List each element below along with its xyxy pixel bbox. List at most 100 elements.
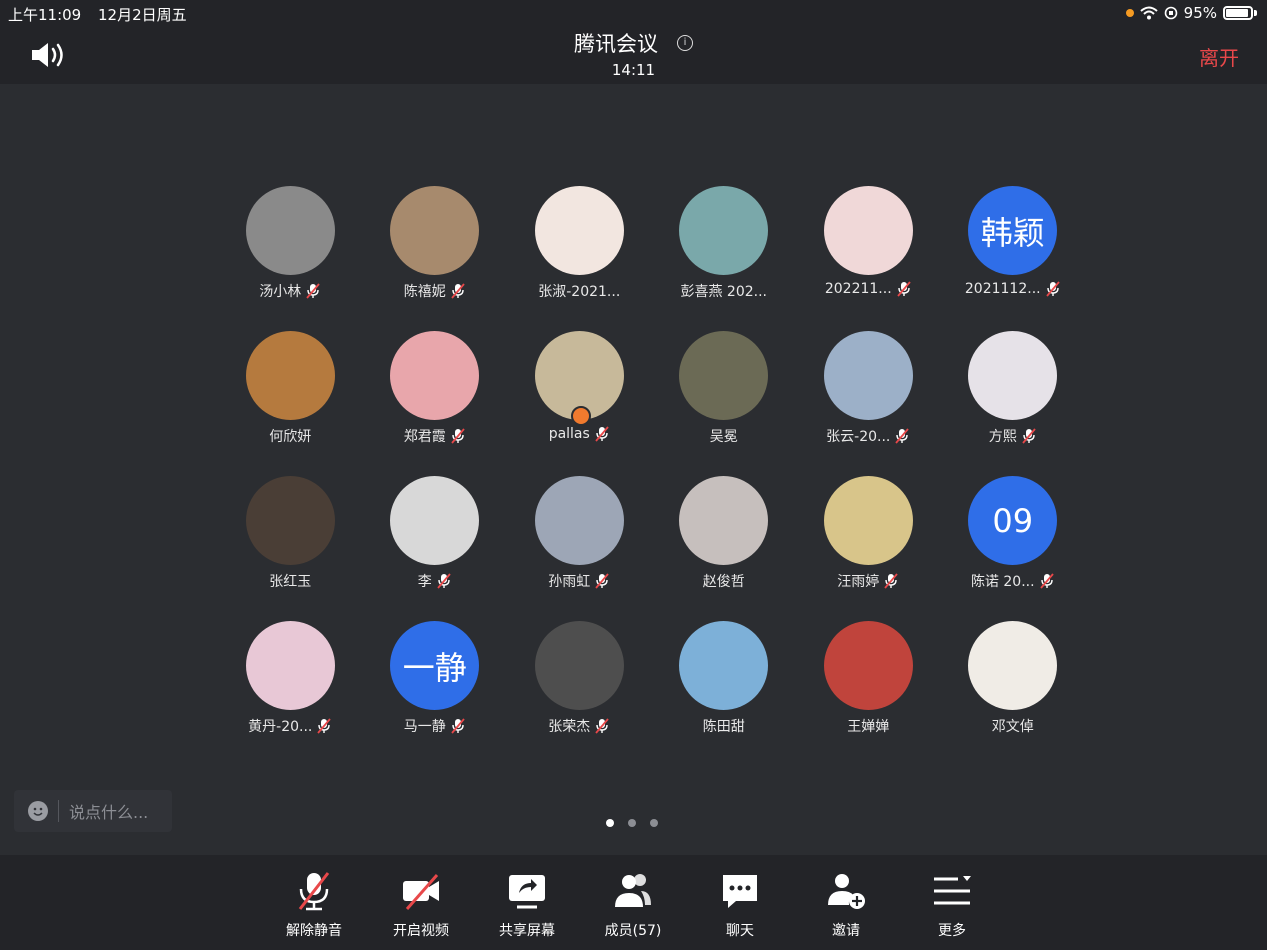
avatar[interactable] xyxy=(245,331,335,420)
title-area: 腾讯会议 i 14:11 xyxy=(0,28,1267,79)
participant-tile[interactable]: 吴冕 xyxy=(652,331,797,476)
battery-icon xyxy=(1223,6,1253,20)
participant-tile[interactable]: 09 陈诺 20... xyxy=(941,476,1086,621)
mic-muted-icon xyxy=(595,573,609,589)
avatar[interactable] xyxy=(534,331,624,426)
avatar[interactable] xyxy=(245,621,335,710)
page-indicator[interactable] xyxy=(606,819,658,827)
avatar[interactable] xyxy=(679,186,769,275)
participant-name-row: 陈田甜 xyxy=(703,716,745,736)
participant-name: pallas xyxy=(548,426,590,442)
avatar[interactable] xyxy=(968,331,1058,420)
participant-name: 202211... xyxy=(824,281,892,297)
mic-muted-icon xyxy=(1045,281,1060,297)
participant-tile[interactable]: 孙雨虹 xyxy=(507,476,652,621)
wifi-icon xyxy=(1139,6,1158,20)
chat-label: 聊天 xyxy=(726,923,754,939)
participant-name: 方熙 xyxy=(988,429,1017,445)
leave-button[interactable]: 离开 xyxy=(1199,42,1239,71)
unmute-button[interactable]: 解除静音 xyxy=(274,869,354,940)
avatar[interactable] xyxy=(823,476,913,565)
invite-label: 邀请 xyxy=(832,923,860,939)
participant-name: 黄丹-20... xyxy=(248,719,313,735)
start-video-button[interactable]: 开启视频 xyxy=(381,869,461,940)
participant-tile[interactable]: 李 xyxy=(363,476,508,621)
participant-name: 张云-20... xyxy=(826,429,891,445)
avatar[interactable] xyxy=(245,186,335,275)
mic-muted-icon xyxy=(1022,428,1036,444)
participant-name-row: 吴冕 xyxy=(710,426,738,446)
participant-name: 张红玉 xyxy=(269,574,312,590)
meeting-header: 腾讯会议 i 14:11 离开 xyxy=(0,26,1267,84)
avatar-initials: 韩颖 xyxy=(980,213,1045,252)
avatar[interactable]: 韩颖 xyxy=(968,186,1058,275)
participant-tile[interactable]: 方熙 xyxy=(941,331,1086,476)
status-date: 12月2日周五 xyxy=(98,6,187,24)
mic-muted-icon xyxy=(595,718,609,734)
participant-tile[interactable]: 汤小林 xyxy=(218,186,363,331)
avatar[interactable] xyxy=(679,621,769,710)
participant-tile[interactable]: 张荣杰 xyxy=(507,621,652,766)
avatar[interactable] xyxy=(679,331,769,420)
participant-name-row: 陈诺 20... xyxy=(971,571,1055,591)
avatar[interactable] xyxy=(534,186,624,275)
participant-tile[interactable]: 赵俊哲 xyxy=(652,476,797,621)
more-button[interactable]: 更多 xyxy=(912,869,992,940)
share-screen-label: 共享屏幕 xyxy=(499,923,555,939)
info-icon[interactable]: i xyxy=(677,35,694,51)
participant-name: 陈诺 20... xyxy=(970,574,1035,590)
avatar[interactable] xyxy=(823,621,913,710)
avatar[interactable] xyxy=(534,621,624,710)
participant-tile[interactable]: 张淑-2021... xyxy=(507,186,652,331)
participant-tile[interactable]: 何欣妍 xyxy=(218,331,363,476)
participant-tile[interactable]: 陈田甜 xyxy=(652,621,797,766)
participant-name: 吴冕 xyxy=(709,429,738,445)
page-dot-2[interactable] xyxy=(628,819,636,827)
participant-name-row: 202211... xyxy=(825,281,912,297)
avatar[interactable] xyxy=(245,476,335,565)
bottom-toolbar: 解除静音 开启视频 共享屏幕 成员(57) 聊天 邀请 更多 xyxy=(0,855,1267,950)
emoji-icon[interactable] xyxy=(28,801,48,821)
avatar[interactable] xyxy=(390,331,480,420)
participant-tile[interactable]: 张红玉 xyxy=(218,476,363,621)
avatar[interactable] xyxy=(534,476,624,565)
mic-muted-icon xyxy=(896,281,911,297)
share-screen-icon xyxy=(509,875,545,909)
participant-tile[interactable]: 黄丹-20... xyxy=(218,621,363,766)
mic-muted-icon xyxy=(298,872,330,911)
avatar[interactable] xyxy=(968,621,1058,710)
chat-placeholder: 说点什么... xyxy=(69,803,149,822)
participant-name: 马一静 xyxy=(403,719,446,735)
participant-tile[interactable]: 汪雨婷 xyxy=(796,476,941,621)
avatar[interactable] xyxy=(823,331,913,420)
participant-name: 李 xyxy=(417,574,432,590)
mic-muted-icon xyxy=(895,428,910,444)
participant-tile[interactable]: 一静马一静 xyxy=(363,621,508,766)
participant-tile[interactable]: 邓文倬 xyxy=(941,621,1086,766)
participant-tile[interactable]: 彭喜燕 202... xyxy=(652,186,797,331)
mic-muted-icon xyxy=(451,428,465,444)
avatar[interactable]: 09 xyxy=(968,476,1058,565)
invite-button[interactable]: 邀请 xyxy=(806,869,886,940)
participant-tile[interactable]: 韩颖 2021112... xyxy=(941,186,1086,331)
participant-tile[interactable]: 202211... xyxy=(796,186,941,331)
participant-tile[interactable]: 陈禧妮 xyxy=(363,186,508,331)
participant-name-row: 陈禧妮 xyxy=(404,281,466,301)
participant-tile[interactable]: pallas xyxy=(507,331,652,476)
avatar[interactable] xyxy=(390,476,480,565)
avatar[interactable]: 一静 xyxy=(390,621,480,710)
members-button[interactable]: 成员(57) xyxy=(593,869,673,940)
chat-button[interactable]: 聊天 xyxy=(700,869,780,940)
chat-input[interactable]: 说点什么... xyxy=(14,790,172,832)
mic-muted-icon xyxy=(306,283,320,299)
share-screen-button[interactable]: 共享屏幕 xyxy=(487,869,567,940)
avatar[interactable] xyxy=(679,476,769,565)
participant-tile[interactable]: 郑君霞 xyxy=(363,331,508,476)
page-dot-1[interactable] xyxy=(606,819,614,827)
avatar[interactable] xyxy=(390,186,480,275)
avatar[interactable] xyxy=(823,186,913,275)
participant-tile[interactable]: 王婵婵 xyxy=(796,621,941,766)
meeting-timer: 14:11 xyxy=(611,61,656,79)
participant-tile[interactable]: 张云-20... xyxy=(796,331,941,476)
page-dot-3[interactable] xyxy=(650,819,658,827)
